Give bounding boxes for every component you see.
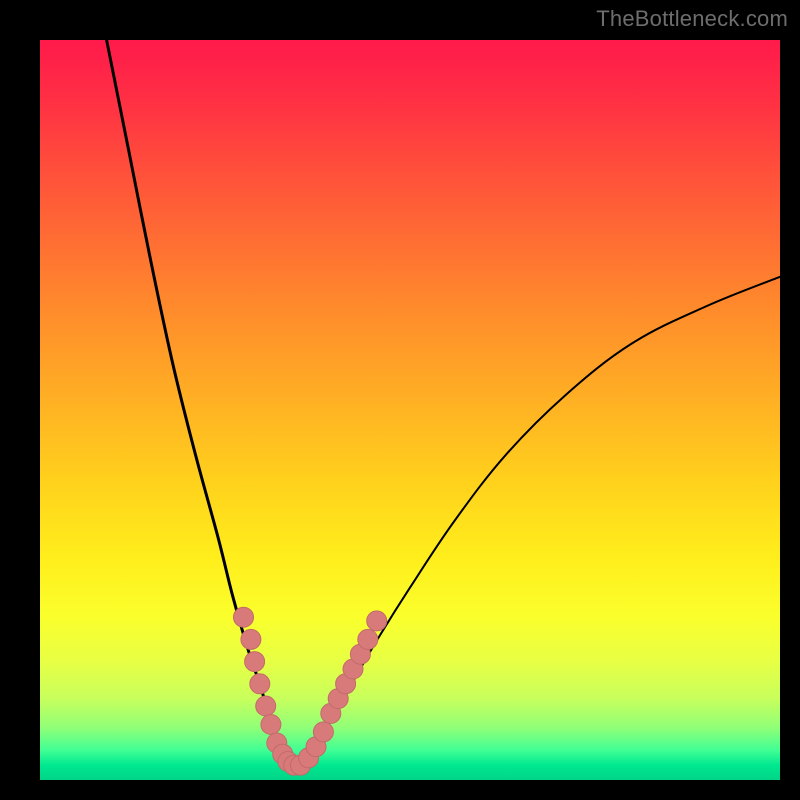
marker-dot	[358, 629, 378, 649]
chart-frame: TheBottleneck.com	[0, 0, 800, 800]
curve-left-branch	[107, 40, 292, 765]
marker-dot	[234, 607, 254, 627]
marker-dot	[256, 696, 276, 716]
marker-dot	[367, 611, 387, 631]
marker-dot	[250, 674, 270, 694]
chart-svg	[40, 40, 780, 780]
marker-dot	[245, 652, 265, 672]
marker-dot	[313, 722, 333, 742]
watermark-text: TheBottleneck.com	[596, 6, 788, 32]
marker-dot	[261, 715, 281, 735]
plot-area	[40, 40, 780, 780]
marker-dot	[241, 629, 261, 649]
highlighted-markers	[234, 607, 387, 775]
curve-right-branch	[292, 277, 780, 765]
